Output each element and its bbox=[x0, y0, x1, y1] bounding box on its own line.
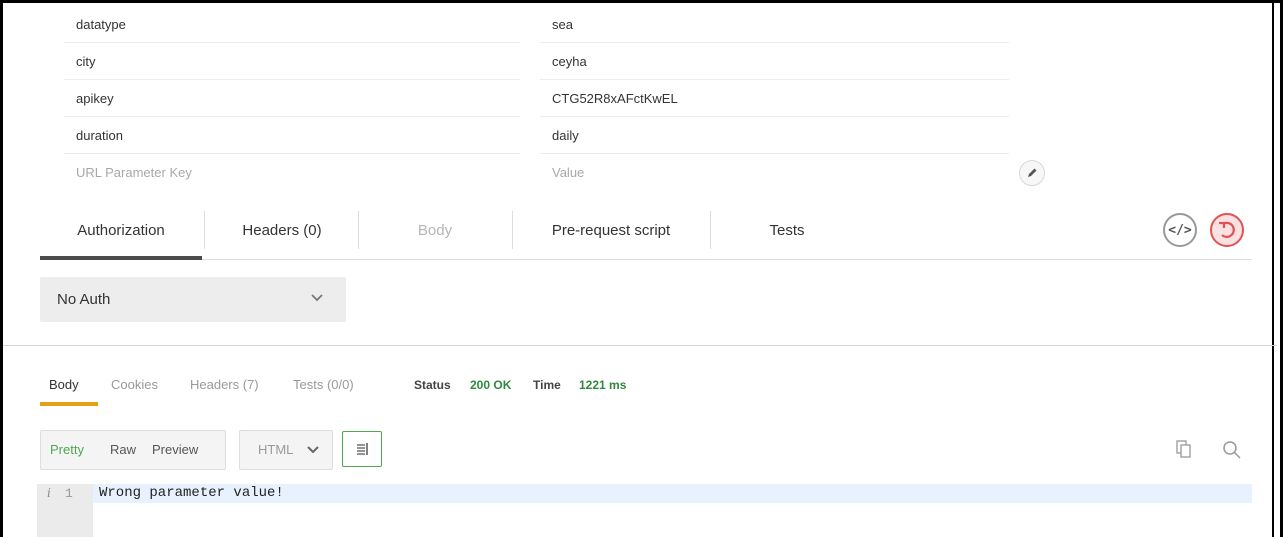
raw-button[interactable]: Raw bbox=[110, 431, 136, 469]
chevron-down-icon bbox=[307, 446, 319, 454]
response-body-viewer[interactable]: i 1 Wrong parameter value! bbox=[37, 484, 1252, 537]
param-key-input[interactable]: datatype bbox=[64, 6, 520, 43]
language-value: HTML bbox=[258, 442, 294, 457]
auth-type-value: No Auth bbox=[57, 291, 111, 308]
tab-separator bbox=[710, 211, 711, 249]
code-line-text: Wrong parameter value! bbox=[99, 485, 284, 501]
param-key-input[interactable]: city bbox=[64, 43, 520, 80]
section-divider bbox=[3, 345, 1277, 346]
new-param-value-input[interactable]: Value bbox=[540, 154, 1009, 191]
reset-icon bbox=[1219, 221, 1235, 238]
tab-separator bbox=[512, 211, 513, 249]
time-label: Time bbox=[533, 378, 561, 392]
param-key-input[interactable]: apikey bbox=[64, 80, 520, 117]
response-tab-headers[interactable]: Headers (7) bbox=[190, 375, 259, 395]
pencil-icon bbox=[1028, 168, 1037, 177]
bulk-edit-button[interactable] bbox=[1019, 160, 1045, 186]
tab-authorization[interactable]: Authorization bbox=[40, 208, 202, 260]
line-number: 1 bbox=[65, 486, 73, 501]
reset-button[interactable] bbox=[1210, 213, 1244, 247]
param-row: datatype sea bbox=[64, 6, 1009, 43]
tab-separator bbox=[358, 211, 359, 249]
response-tab-cookies[interactable]: Cookies bbox=[111, 375, 158, 395]
param-value-input[interactable]: sea bbox=[540, 6, 1009, 43]
param-value-input[interactable]: daily bbox=[540, 117, 1009, 154]
param-row: apikey CTG52R8xAFctKwEL bbox=[64, 80, 1009, 117]
response-tab-body[interactable]: Body bbox=[49, 375, 79, 395]
tab-pre-request-script[interactable]: Pre-request script bbox=[514, 208, 708, 260]
generate-code-button[interactable]: </> bbox=[1163, 213, 1197, 247]
tab-separator bbox=[204, 211, 205, 249]
info-marker: i bbox=[47, 486, 51, 500]
new-param-key-input[interactable]: URL Parameter Key bbox=[64, 154, 520, 191]
response-tab-tests[interactable]: Tests (0/0) bbox=[293, 375, 354, 395]
code-brackets-icon: </> bbox=[1168, 222, 1192, 238]
frame-right-border bbox=[1272, 3, 1274, 537]
status-label: Status bbox=[414, 378, 451, 392]
param-row: city ceyha bbox=[64, 43, 1009, 80]
param-key-input[interactable]: duration bbox=[64, 117, 520, 154]
chevron-down-icon bbox=[311, 294, 323, 302]
param-row: duration daily bbox=[64, 117, 1009, 154]
tab-body[interactable]: Body bbox=[360, 208, 510, 260]
param-value-input[interactable]: CTG52R8xAFctKwEL bbox=[540, 80, 1009, 117]
param-row-new: URL Parameter Key Value bbox=[64, 154, 1009, 191]
auth-type-select[interactable]: No Auth bbox=[40, 277, 346, 322]
search-icon[interactable] bbox=[1222, 440, 1242, 460]
active-tab-underline bbox=[40, 402, 98, 406]
request-tabs: Authorization Headers (0) Body Pre-reque… bbox=[40, 208, 1252, 260]
copy-icon[interactable] bbox=[1175, 440, 1193, 458]
tab-headers[interactable]: Headers (0) bbox=[208, 208, 356, 260]
tab-tests[interactable]: Tests bbox=[712, 208, 862, 260]
status-value: 200 OK bbox=[470, 378, 512, 392]
code-line: Wrong parameter value! bbox=[93, 484, 1252, 503]
line-gutter: i 1 bbox=[37, 484, 93, 537]
preview-button[interactable]: Preview bbox=[152, 431, 198, 469]
language-select[interactable]: HTML bbox=[239, 430, 333, 470]
pretty-button[interactable]: Pretty bbox=[50, 431, 84, 469]
wrap-lines-button[interactable] bbox=[342, 431, 382, 467]
param-value-input[interactable]: ceyha bbox=[540, 43, 1009, 80]
time-value: 1221 ms bbox=[579, 378, 627, 392]
format-button-group: Pretty Raw Preview bbox=[40, 430, 226, 470]
url-params-table: datatype sea city ceyha apikey CTG52R8xA… bbox=[64, 6, 1009, 191]
wrap-lines-icon bbox=[357, 443, 368, 455]
